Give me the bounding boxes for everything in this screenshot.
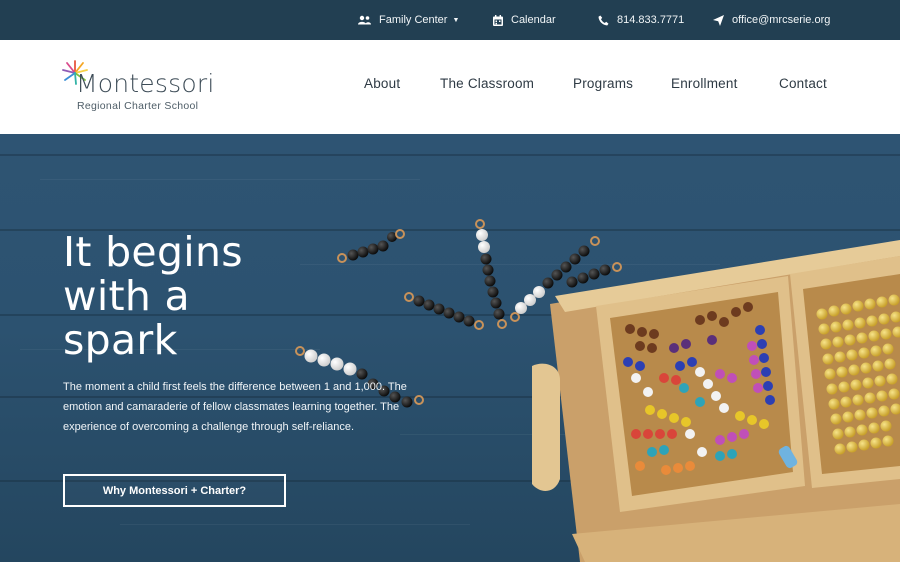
bead-bar	[337, 229, 405, 263]
nav-programs[interactable]: Programs	[573, 76, 633, 91]
bead-bar	[404, 292, 484, 330]
school-logo[interactable]: Montessori Regional Charter School	[62, 60, 232, 116]
bead-bar	[475, 219, 507, 329]
family-center-label: Family Center	[379, 14, 448, 26]
phone-link[interactable]: 814.833.7771	[598, 0, 684, 40]
logo-name: Montessori	[76, 69, 215, 98]
calendar-label: Calendar	[511, 14, 556, 26]
site-header: Montessori Regional Charter School About…	[0, 40, 900, 134]
email-address: office@mrcserie.org	[732, 14, 831, 26]
calendar-link[interactable]: Calendar	[493, 0, 556, 40]
family-center-menu[interactable]: Family Center ▼	[358, 0, 459, 40]
nav-enrollment[interactable]: Enrollment	[671, 76, 738, 91]
bead-bar	[566, 262, 622, 288]
phone-number: 814.833.7771	[617, 14, 685, 26]
hero-title-line: It begins	[63, 228, 243, 276]
why-montessori-button[interactable]: Why Montessori + Charter?	[63, 474, 286, 507]
nav-about[interactable]: About	[364, 76, 400, 91]
users-icon	[358, 15, 371, 25]
hero-section: It begins with a spark The moment a chil…	[0, 134, 900, 562]
email-link[interactable]: office@mrcserie.org	[713, 0, 830, 40]
phone-icon	[598, 15, 609, 26]
calendar-icon	[493, 14, 503, 26]
hero-description: The moment a child first feels the diffe…	[63, 381, 407, 433]
send-icon	[713, 14, 724, 26]
chevron-down-icon: ▼	[452, 16, 460, 24]
hero-title-line: with a	[63, 272, 190, 320]
logo-subtitle: Regional Charter School	[77, 100, 199, 112]
hero-title-line: spark	[63, 316, 178, 364]
nav-the-classroom[interactable]: The Classroom	[440, 76, 534, 91]
hero-title: It begins with a spark	[63, 230, 323, 362]
utility-bar: Family Center ▼ Calendar 814.833.7771 of…	[0, 0, 900, 40]
nav-contact[interactable]: Contact	[779, 76, 827, 91]
